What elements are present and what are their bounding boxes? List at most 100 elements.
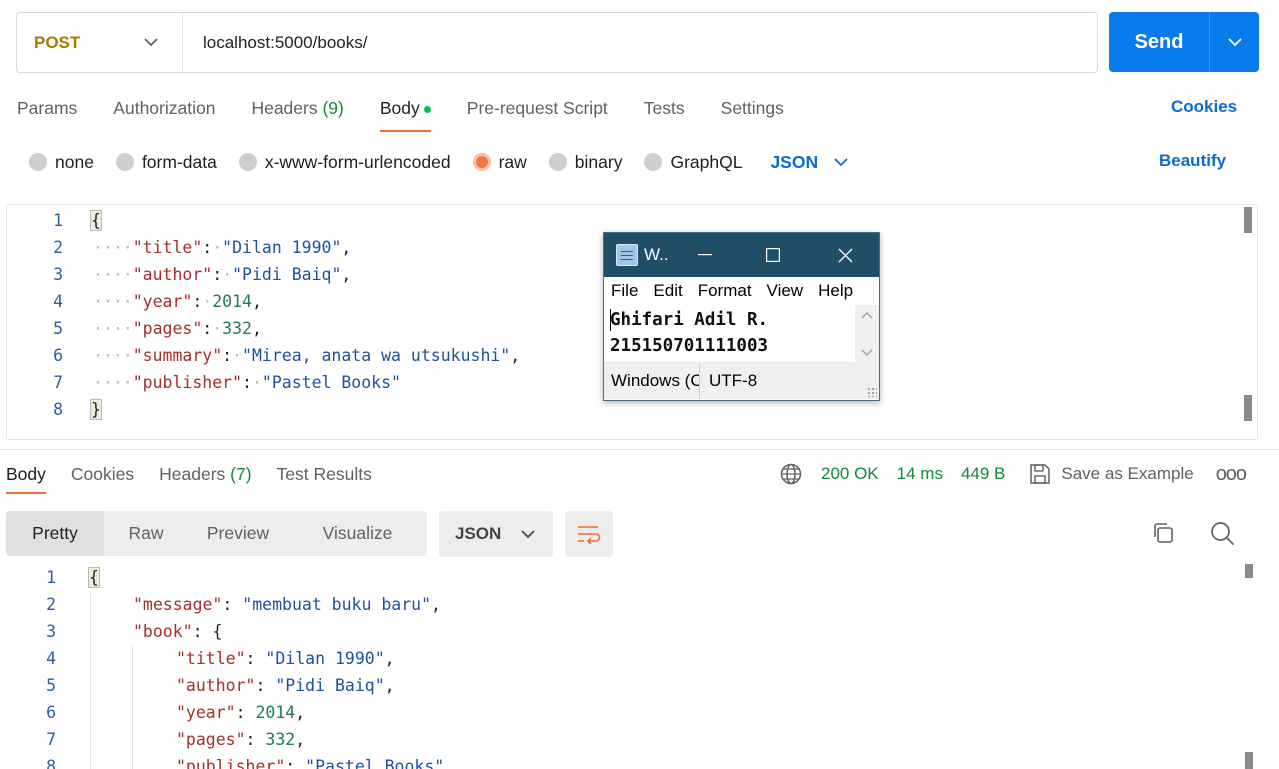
cookies-link[interactable]: Cookies [1171, 97, 1237, 117]
copy-icon[interactable] [1151, 521, 1175, 545]
tab-pre-request-script[interactable]: Pre-request Script [467, 96, 608, 132]
maximize-button[interactable] [750, 233, 796, 277]
method-label: POST [34, 32, 81, 52]
view-visualize[interactable]: Visualize [288, 511, 427, 556]
code-line: } [90, 396, 102, 423]
line-number: 8 [46, 757, 56, 769]
menu-edit[interactable]: Edit [653, 281, 682, 301]
close-button[interactable] [822, 233, 868, 277]
line-number: 5 [53, 319, 63, 338]
response-scrollbar-marker[interactable] [1245, 752, 1253, 769]
editor-scrollbar-marker[interactable] [1244, 395, 1252, 421]
tab-test-results[interactable]: Test Results [277, 462, 372, 494]
json-value: "Pidi Baiq" [232, 265, 342, 284]
line-number: 5 [46, 676, 56, 695]
code-line: "book": { [133, 622, 223, 641]
modified-dot-icon [423, 105, 431, 113]
menu-help[interactable]: Help [818, 281, 853, 301]
response-body-viewer[interactable]: 1 2 3 4 5 6 7 8 { "message": "membuat bu… [0, 564, 1279, 769]
headers-count: (9) [322, 98, 344, 118]
menu-view[interactable]: View [767, 281, 804, 301]
tab-params[interactable]: Params [17, 96, 77, 132]
radio-none[interactable]: none [29, 152, 94, 173]
radio-circle-icon [644, 153, 663, 171]
notepad-titlebar[interactable]: W.. [604, 233, 879, 277]
beautify-button[interactable]: Beautify [1159, 151, 1226, 171]
radio-binary[interactable]: binary [548, 151, 623, 173]
json-value: "Pidi Baiq" [275, 676, 385, 695]
tab-response-cookies[interactable]: Cookies [71, 462, 134, 494]
tab-authorization[interactable]: Authorization [113, 96, 215, 132]
notepad-scrollbar[interactable] [855, 305, 879, 363]
line-number: 1 [46, 568, 56, 587]
response-tabs: Body Cookies Headers (7) Test Results [6, 462, 397, 494]
line-number: 1 [53, 211, 63, 230]
view-preview[interactable]: Preview [188, 511, 288, 556]
send-button[interactable]: Send [1109, 12, 1210, 72]
view-raw[interactable]: Raw [104, 511, 188, 556]
chevron-down-icon [144, 38, 158, 47]
radio-graphql[interactable]: GraphQL [644, 152, 742, 173]
more-options-icon[interactable]: ooo [1216, 463, 1247, 486]
code-line: "year": 2014, [176, 703, 306, 722]
json-key: "publisher" [132, 373, 243, 392]
view-pretty[interactable]: Pretty [6, 511, 104, 556]
menu-format[interactable]: Format [698, 281, 752, 301]
menu-file[interactable]: File [611, 281, 638, 301]
send-button-group: Send [1109, 12, 1259, 72]
tab-tests[interactable]: Tests [644, 96, 685, 132]
chevron-down-icon [521, 529, 535, 538]
wrap-lines-button[interactable] [565, 511, 613, 557]
wrap-lines-icon [578, 526, 601, 545]
tab-label: Authorization [113, 98, 216, 118]
encoding-status: UTF-8 [709, 371, 758, 390]
url-input[interactable]: localhost:5000/books/ [183, 33, 367, 53]
body-format-select[interactable]: JSON [770, 152, 848, 173]
response-size[interactable]: 449 B [961, 464, 1005, 484]
code-line: "title": "Dilan 1990", [176, 649, 395, 668]
json-key: "book" [133, 622, 193, 641]
resize-grip-icon[interactable] [867, 387, 877, 397]
tab-response-body[interactable]: Body [6, 462, 46, 494]
radio-urlencoded[interactable]: x-www-form-urlencoded [238, 151, 451, 173]
line-number: 3 [53, 265, 63, 284]
pane-divider[interactable] [0, 449, 1279, 450]
indent-guide [132, 645, 133, 769]
json-key: "message" [133, 595, 223, 614]
tab-body[interactable]: Body [379, 96, 431, 132]
json-value: 2014 [255, 703, 296, 722]
code-line: ····"summary":·"Mirea, anata wa utsukush… [93, 346, 521, 365]
globe-icon[interactable] [780, 463, 802, 485]
send-options-button[interactable] [1210, 12, 1259, 72]
tab-response-headers[interactable]: Headers (7) [159, 462, 251, 494]
json-key: "pages" [132, 319, 203, 338]
search-icon[interactable] [1210, 521, 1235, 546]
json-key: "year" [176, 703, 236, 722]
maximize-icon [766, 248, 780, 262]
radio-raw[interactable]: raw [472, 152, 527, 173]
code-line: ····"publisher":·"Pastel Books" [93, 373, 401, 392]
save-as-example-button[interactable]: Save as Example [1029, 463, 1194, 485]
method-select[interactable]: POST [17, 13, 183, 72]
json-key: "year" [132, 292, 193, 311]
radio-label: binary [574, 151, 623, 172]
notepad-icon [616, 244, 638, 266]
tab-headers[interactable]: Headers (9) [251, 96, 343, 132]
save-as-example-label: Save as Example [1061, 464, 1194, 483]
radio-form-data[interactable]: form-data [115, 152, 217, 173]
notepad-line: Ghifari Adil R. [610, 310, 769, 330]
response-time[interactable]: 14 ms [897, 464, 943, 484]
json-key: "title" [132, 238, 203, 257]
chevron-down-icon [834, 157, 848, 166]
minimize-button[interactable] [682, 233, 728, 277]
radio-label: x-www-form-urlencoded [264, 151, 451, 172]
save-icon [1030, 464, 1051, 484]
tab-settings[interactable]: Settings [721, 96, 784, 132]
code-line: "pages": 332, [176, 730, 306, 749]
status-code[interactable]: 200 OK [821, 464, 879, 484]
notepad-text-area[interactable]: Ghifari Adil R. 215150701111003 [604, 305, 879, 363]
tab-label: Tests [643, 98, 685, 118]
editor-scrollbar-thumb[interactable] [1244, 207, 1252, 233]
response-format-select[interactable]: JSON [439, 511, 553, 557]
response-scrollbar-thumb[interactable] [1245, 564, 1253, 578]
